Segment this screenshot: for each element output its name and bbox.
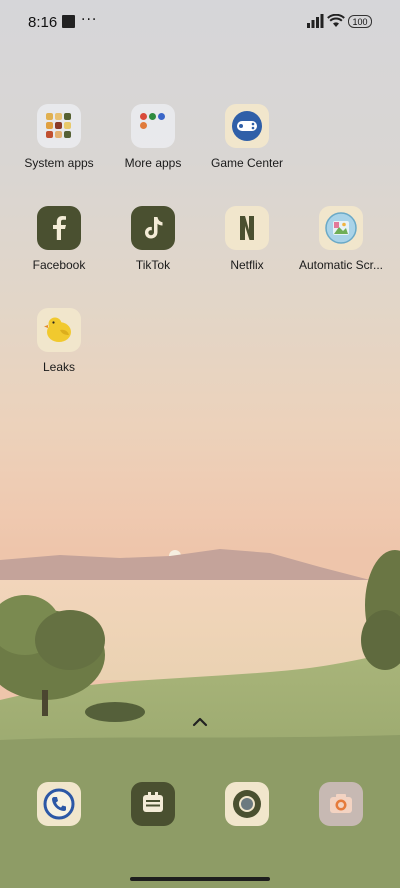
app-system-apps-folder[interactable]: System apps xyxy=(9,104,109,170)
app-leaks[interactable]: Leaks xyxy=(9,308,109,374)
battery-icon: 100 xyxy=(348,15,372,28)
app-label: System apps xyxy=(24,156,94,170)
chrome-icon xyxy=(233,790,261,818)
app-facebook[interactable]: Facebook xyxy=(9,206,109,272)
dock-camera[interactable] xyxy=(319,782,363,826)
app-label: Leaks xyxy=(42,360,76,374)
home-indicator[interactable] xyxy=(130,877,270,881)
app-label: Facebook xyxy=(32,258,86,272)
netflix-icon xyxy=(225,206,269,250)
phone-icon xyxy=(43,788,75,820)
app-label: Automatic Scr... xyxy=(298,258,384,272)
game-controller-icon xyxy=(225,104,269,148)
message-icon xyxy=(143,792,163,812)
folder-icon xyxy=(131,104,175,148)
app-label: More apps xyxy=(124,156,182,170)
dock-phone[interactable] xyxy=(37,782,81,826)
app-label: Game Center xyxy=(210,156,284,170)
screenshot-icon xyxy=(319,206,363,250)
app-label: Netflix xyxy=(230,258,264,272)
cellular-signal-icon xyxy=(307,14,324,28)
chevron-up-icon[interactable] xyxy=(190,712,210,732)
camera-icon xyxy=(330,794,352,813)
notification-icon xyxy=(62,15,75,28)
facebook-icon xyxy=(37,206,81,250)
tiktok-icon xyxy=(131,206,175,250)
app-netflix[interactable]: Netflix xyxy=(197,206,297,272)
more-notifications-icon: ··· xyxy=(81,12,98,28)
dock-messages[interactable] xyxy=(131,782,175,826)
status-bar: 8:16 ··· 100 xyxy=(0,0,400,46)
dock-browser[interactable] xyxy=(225,782,269,826)
app-label: TikTok xyxy=(135,258,171,272)
wifi-icon xyxy=(327,14,345,27)
clock: 8:16 xyxy=(28,14,58,31)
folder-icon xyxy=(37,104,81,148)
app-more-apps-folder[interactable]: More apps xyxy=(103,104,203,170)
app-tiktok[interactable]: TikTok xyxy=(103,206,203,272)
app-game-center[interactable]: Game Center xyxy=(197,104,297,170)
app-automatic-screenshot[interactable]: Automatic Scr... xyxy=(291,206,391,272)
duck-icon xyxy=(37,308,81,352)
